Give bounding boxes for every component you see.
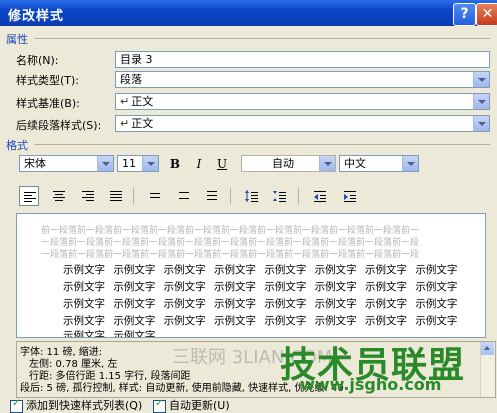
justify-icon [110, 191, 122, 201]
align-center-button[interactable] [49, 186, 69, 206]
style-type-dropdown[interactable]: 段落 [115, 71, 490, 88]
preview-sample-line: 示例文字 示例文字 示例文字 示例文字 示例文字 示例文字 示例文字 示例文字 [63, 298, 458, 310]
italic-button[interactable]: I [190, 155, 208, 173]
chevron-down-icon[interactable] [402, 156, 418, 171]
following-style-dropdown[interactable]: ↵ 正文 [115, 115, 490, 132]
font-color-dropdown[interactable]: 自动 [241, 155, 336, 172]
chevron-down-icon[interactable] [97, 156, 113, 171]
onehalf-spacing-icon [179, 192, 189, 199]
bold-button[interactable]: B [166, 155, 184, 173]
decrease-spacing-before-button[interactable] [270, 186, 290, 206]
properties-section-label: 属性 [6, 33, 28, 46]
name-value: 目录 3 [120, 53, 153, 66]
chevron-down-icon[interactable] [473, 72, 489, 87]
align-left-icon [24, 192, 36, 202]
dialog-title: 修改样式 [8, 9, 65, 24]
title-bar: 修改样式 ? ✕ [0, 0, 497, 26]
toolbar-separator [230, 188, 231, 204]
toolbar-separator [133, 188, 134, 204]
onehalf-spacing-button[interactable] [174, 186, 194, 206]
chevron-down-icon[interactable] [473, 94, 489, 109]
following-style-label: 后续段落样式(S): [16, 119, 102, 132]
checkbox-checked-icon[interactable] [10, 398, 23, 413]
chevron-down-icon[interactable] [142, 156, 158, 171]
chevron-down-icon[interactable] [319, 156, 335, 171]
language-dropdown[interactable]: 中文 [339, 155, 419, 172]
font-color-value: 自动 [272, 157, 294, 170]
double-spacing-button[interactable] [202, 186, 222, 206]
chevron-down-icon[interactable] [473, 116, 489, 131]
based-on-label: 样式基准(B): [16, 97, 80, 110]
preview-previous-paragraph: 一段落前一段落前一段落前一段落前一段落前一段落前一段落前一段落前一段落前一段落前… [41, 250, 420, 260]
underline-button[interactable]: U [213, 155, 231, 173]
add-to-quick-styles-checkbox[interactable]: 添加到快速样式列表(Q) [10, 397, 142, 413]
help-button[interactable]: ? [453, 3, 476, 26]
font-dropdown[interactable]: 宋体 [19, 155, 114, 172]
close-button[interactable]: ✕ [476, 3, 497, 26]
preview-sample-line: 示例文字 示例文字 示例文字 示例文字 示例文字 示例文字 示例文字 示例文字 [63, 281, 458, 293]
format-divider [34, 144, 490, 145]
preview-sample-line: 示例文字 示例文字 示例文字 示例文字 示例文字 示例文字 示例文字 示例文字 [63, 315, 458, 327]
checkbox-checked-icon[interactable] [153, 398, 166, 413]
language-value: 中文 [344, 157, 366, 170]
outdent-icon [314, 191, 326, 202]
spacing-before-icon [245, 190, 258, 202]
font-size-value: 11 [122, 157, 136, 170]
preview-sample-line: 示例文字 示例文字 示例文字 示例文字 示例文字 示例文字 示例文字 示例文字 [63, 264, 458, 276]
double-spacing-icon [207, 191, 217, 200]
following-style-value: 正文 [131, 117, 154, 130]
modify-style-dialog: 修改样式 ? ✕ 属性 名称(N): 目录 3 样式类型(T): 段落 样式基准… [0, 0, 497, 413]
increase-spacing-before-button[interactable] [242, 186, 262, 206]
properties-divider [34, 38, 490, 39]
auto-update-checkbox[interactable]: 自动更新(U) [153, 397, 230, 413]
name-label: 名称(N): [16, 54, 59, 67]
decrease-indent-button[interactable] [310, 186, 330, 206]
spacing-after-icon [273, 191, 286, 202]
based-on-value: 正文 [131, 95, 154, 108]
paragraph-return-icon: ↵ [120, 95, 130, 108]
toolbar-separator [298, 188, 299, 204]
align-left-button[interactable] [19, 186, 39, 206]
style-type-value: 段落 [120, 73, 142, 86]
align-right-icon [82, 191, 94, 201]
format-section-label: 格式 [6, 139, 28, 152]
font-value: 宋体 [24, 157, 46, 170]
indent-icon [344, 191, 356, 202]
style-preview-pane: 前一段落前一段落前一段落前一段落前一段落前一段落前一段落前一段落前一段落前一段落… [16, 213, 486, 338]
scroll-up-icon[interactable] [481, 342, 494, 355]
name-input[interactable]: 目录 3 [115, 51, 490, 68]
single-spacing-button[interactable] [145, 186, 165, 206]
single-spacing-icon [150, 193, 160, 198]
paragraph-return-icon: ↵ [120, 117, 130, 130]
align-right-button[interactable] [78, 186, 98, 206]
align-center-icon [53, 191, 65, 201]
preview-sample-line: 示例文字 示例文字 [63, 330, 156, 338]
watermark-url: www.jsgho.com [300, 375, 442, 394]
based-on-dropdown[interactable]: ↵ 正文 [115, 93, 490, 110]
description-scrollbar[interactable] [480, 342, 495, 397]
font-size-dropdown[interactable]: 11 [117, 155, 159, 172]
style-type-label: 样式类型(T): [16, 74, 80, 87]
justify-button[interactable] [106, 186, 126, 206]
increase-indent-button[interactable] [340, 186, 360, 206]
